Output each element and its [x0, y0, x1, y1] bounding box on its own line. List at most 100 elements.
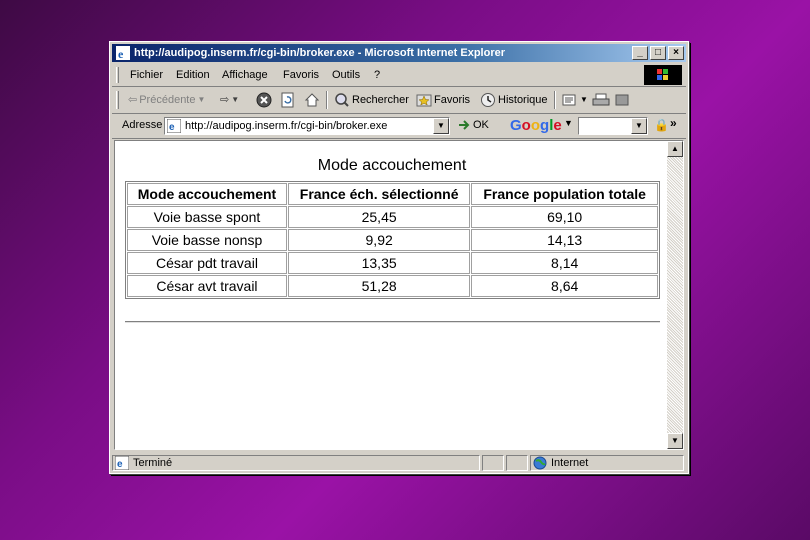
address-label: Adresse: [122, 119, 163, 131]
page-icon: e: [167, 119, 181, 133]
favorites-button[interactable]: Favoris: [416, 91, 470, 109]
minimize-button[interactable]: _: [632, 46, 648, 60]
table-cell: 14,13: [471, 229, 658, 251]
table-cell: 51,28: [287, 275, 471, 297]
toolbar-grip: [116, 91, 119, 109]
forward-arrow-icon: ⇨: [220, 94, 230, 106]
table-cell: César pdt travail: [127, 252, 287, 274]
menu-bar: Fichier Edition Affichage Favoris Outils…: [112, 64, 686, 87]
title-bar[interactable]: e http://audipog.inserm.fr/cgi-bin/broke…: [112, 44, 686, 62]
status-panel: e Terminé: [112, 455, 480, 471]
menu-fichier[interactable]: Fichier: [130, 64, 163, 86]
zone-text: Internet: [551, 457, 589, 469]
edit-icon: [615, 94, 629, 106]
vertical-scrollbar[interactable]: ▲ ▼: [667, 141, 683, 449]
table-row: César pdt travail 13,35 8,14: [127, 252, 658, 274]
scroll-down-button[interactable]: ▼: [667, 433, 683, 449]
column-header: France éch. sélectionné: [287, 183, 471, 205]
home-button[interactable]: [304, 91, 320, 109]
menu-help[interactable]: ?: [374, 64, 380, 86]
favorites-label: Favoris: [434, 94, 471, 106]
page-content: Mode accouchement Mode accouchement Fran…: [114, 140, 684, 450]
globe-icon: [533, 456, 547, 470]
print-button[interactable]: [592, 91, 610, 109]
favorites-star-icon: [416, 94, 432, 107]
standard-toolbar: ⇦ Précédente ▼ ⇨ ▼ Rechercher Favoris Hi…: [112, 87, 686, 114]
refresh-button[interactable]: [280, 91, 296, 109]
table-row: César avt travail 51,28 8,64: [127, 275, 658, 297]
table-row: Voie basse nonsp 9,92 14,13: [127, 229, 658, 251]
table-cell: 9,92: [287, 229, 471, 251]
column-header: Mode accouchement: [127, 183, 287, 205]
history-button[interactable]: Historique: [480, 91, 548, 109]
stop-button[interactable]: [256, 91, 272, 109]
back-arrow-icon: ⇦: [128, 94, 138, 106]
forward-button[interactable]: ⇨ ▼: [220, 91, 239, 109]
stop-icon: [256, 92, 272, 108]
back-label: Précédente: [139, 94, 196, 106]
table-cell: Voie basse nonsp: [127, 229, 287, 251]
menu-affichage[interactable]: Affichage: [222, 64, 268, 86]
table-cell: 69,10: [471, 206, 658, 228]
printer-icon: [592, 93, 610, 106]
toolbar-options-icon[interactable]: 🔒: [654, 118, 669, 132]
table-row: Voie basse spont 25,45 69,10: [127, 206, 658, 228]
menu-favoris[interactable]: Favoris: [283, 64, 319, 86]
menu-grip: [116, 67, 119, 83]
search-label: Rechercher: [352, 94, 409, 106]
windows-logo: [644, 65, 682, 85]
google-logo[interactable]: Google: [510, 117, 562, 135]
table-cell: 25,45: [287, 206, 471, 228]
table-header-row: Mode accouchement France éch. sélectionn…: [127, 183, 658, 205]
svg-text:e: e: [117, 459, 123, 470]
page-title: Mode accouchement: [317, 157, 467, 174]
horizontal-rule: [125, 321, 660, 323]
google-search-dropdown-button[interactable]: ▼: [631, 118, 647, 134]
menu-outils[interactable]: Outils: [332, 64, 360, 86]
status-panel: [482, 455, 504, 471]
history-label: Historique: [498, 94, 548, 106]
address-bar: Adresse e http://audipog.inserm.fr/cgi-b…: [112, 114, 686, 139]
edit-button[interactable]: [614, 91, 630, 109]
go-arrow-icon: [459, 120, 470, 130]
go-button[interactable]: OK: [457, 118, 489, 132]
google-dropdown-icon[interactable]: ▼: [564, 118, 573, 128]
status-panel: [506, 455, 528, 471]
data-table: Mode accouchement France éch. sélectionn…: [125, 181, 660, 299]
table-cell: Voie basse spont: [127, 206, 287, 228]
google-search-input[interactable]: ▼: [578, 117, 648, 135]
back-dropdown-icon: ▼: [197, 95, 206, 104]
table-cell: 8,64: [471, 275, 658, 297]
close-button[interactable]: ×: [668, 46, 684, 60]
forward-dropdown-icon: ▼: [231, 95, 240, 104]
svg-text:e: e: [118, 47, 124, 60]
maximize-button[interactable]: □: [650, 46, 666, 60]
go-label: OK: [473, 119, 489, 131]
chevron-right-icon[interactable]: »: [670, 116, 677, 130]
scroll-up-button[interactable]: ▲: [667, 141, 683, 157]
address-url: http://audipog.inserm.fr/cgi-bin/broker.…: [185, 120, 388, 132]
search-button[interactable]: Rechercher: [334, 91, 409, 109]
address-dropdown-button[interactable]: ▼: [433, 118, 449, 134]
menu-edition[interactable]: Edition: [176, 64, 210, 86]
address-input[interactable]: e http://audipog.inserm.fr/cgi-bin/broke…: [164, 117, 450, 135]
table-cell: César avt travail: [127, 275, 287, 297]
column-header: France population totale: [471, 183, 658, 205]
browser-window: e http://audipog.inserm.fr/cgi-bin/broke…: [109, 41, 689, 474]
zone-panel: Internet: [530, 455, 684, 471]
status-text: Terminé: [133, 457, 173, 469]
table-cell: 13,35: [287, 252, 471, 274]
ie-icon: e: [116, 46, 130, 60]
back-button[interactable]: ⇦ Précédente ▼: [128, 91, 205, 109]
mail-dropdown-icon: ▼: [580, 95, 588, 104]
mail-button[interactable]: ▼: [562, 91, 588, 109]
toolbar-separator: [326, 91, 328, 109]
status-bar: e Terminé Internet: [112, 454, 686, 472]
search-icon: [335, 93, 349, 107]
mail-icon: [562, 94, 576, 106]
refresh-icon: [281, 92, 294, 108]
window-title: http://audipog.inserm.fr/cgi-bin/broker.…: [134, 47, 505, 59]
home-icon: [304, 93, 320, 107]
svg-text:e: e: [169, 122, 175, 133]
history-icon: [481, 93, 495, 107]
